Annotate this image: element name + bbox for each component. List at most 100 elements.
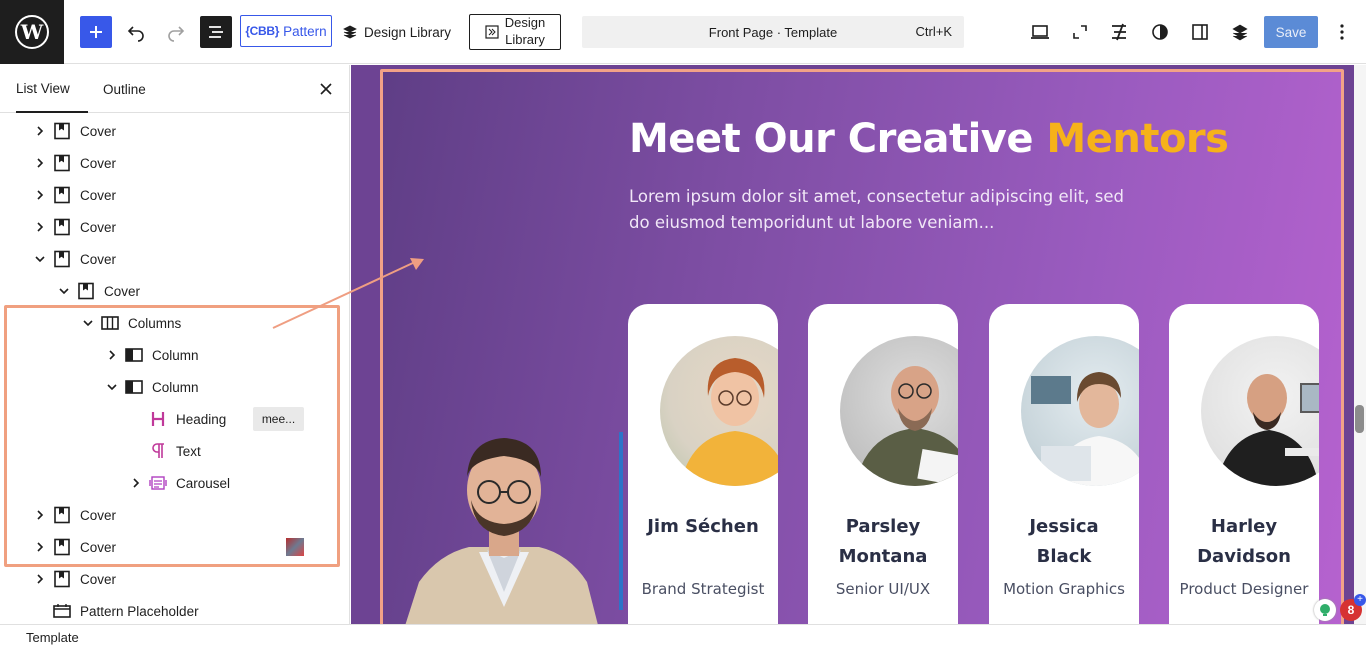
block-insertion-indicator [619,432,623,610]
collapse-toggle[interactable] [56,283,72,299]
canvas-scrollbar[interactable] [1354,65,1366,624]
cover-icon [52,153,72,173]
list-view-sidebar: List View Outline Cover Cover Cover Cover Co… [0,65,350,625]
expand-toggle[interactable] [32,187,48,203]
expand-toggle[interactable] [32,123,48,139]
list-view-row-cover[interactable]: Cover [0,563,349,595]
more-vertical-icon [1340,24,1344,40]
cbb-pattern-button[interactable]: {CBB} Pattern [240,15,332,47]
collapse-toggle[interactable] [80,315,96,331]
expand-toggle[interactable] [32,155,48,171]
row-label: Heading [176,411,227,427]
column-icon [124,377,144,397]
more-options-button[interactable] [1332,16,1352,48]
list-view-row-cover[interactable]: Cover [0,147,349,179]
chevron-down-icon [59,288,69,295]
row-label: Cover [80,571,117,587]
chevron-right-icon [109,350,116,360]
design-library-button[interactable]: Design Library [342,16,451,48]
undo-icon [127,26,144,42]
stackable-settings-button[interactable] [1226,16,1254,48]
preview-device-button[interactable] [1026,16,1054,48]
editor-canvas[interactable]: Meet Our Creative Mentors Lorem ipsum do… [351,65,1354,624]
row-label: Text [176,443,201,459]
assistant-button[interactable] [1314,599,1336,621]
contrast-icon [1152,24,1168,40]
tab-list-view[interactable]: List View [16,65,88,113]
heading-preview-badge: mee... [253,407,304,431]
mentor-card[interactable]: Jim Séchen Brand Strategist [628,304,778,624]
section-heading[interactable]: Meet Our Creative Mentors [629,116,1229,162]
tab-outline[interactable]: Outline [103,65,146,113]
mentor-name: Jessica Black [1029,516,1099,567]
redo-button[interactable] [162,16,190,48]
mentor-card[interactable]: Parsley Montana Senior UI/UX [808,304,958,624]
section-subtext[interactable]: Lorem ipsum dolor sit amet, consectetur … [629,184,1129,236]
mentor-role: Product Designer [1179,580,1309,598]
expand-toggle[interactable] [32,219,48,235]
command-shortcut: Ctrl+K [915,24,952,39]
assistant-icon [1320,604,1330,616]
list-view-toggle[interactable] [200,16,232,48]
expand-toggle[interactable] [32,571,48,587]
scrollbar-thumb[interactable] [1355,405,1364,433]
chevron-right-icon [37,574,44,584]
mentor-role: Senior UI/UX [835,580,931,598]
block-breadcrumb-bar: Template [0,624,1366,649]
expand-toggle[interactable] [32,539,48,555]
list-view-row-cover[interactable]: Cover [0,211,349,243]
cover-block[interactable]: Meet Our Creative Mentors Lorem ipsum do… [381,70,1344,624]
mentor-card[interactable]: Harley Davidson Product Designer [1169,304,1319,624]
list-view-row-cover[interactable]: Cover [0,275,349,307]
list-view-row-text[interactable]: Text [0,435,349,467]
fullscreen-button[interactable] [1066,16,1094,48]
row-label: Cover [80,123,117,139]
mentor-card[interactable]: Jessica Black Motion Graphics [989,304,1139,624]
collapse-toggle[interactable] [32,251,48,267]
mentor-portrait-image[interactable] [399,432,609,624]
design-library-box-line2: Library [505,32,545,47]
list-view-row-carousel[interactable]: Carousel [0,467,349,499]
row-label: Cover [80,507,117,523]
row-label: Column [152,379,199,395]
cover-icon [52,505,72,525]
add-block-button[interactable] [80,16,112,48]
row-label: Cover [80,251,117,267]
document-title: Front Page · Template [708,24,838,40]
column-icon [124,345,144,365]
spectra-button[interactable] [1106,16,1134,48]
breadcrumb-item[interactable]: Template [26,630,79,645]
list-view-row-column[interactable]: Column [0,339,349,371]
cover-icon [52,537,72,557]
save-button[interactable]: Save [1264,16,1318,48]
list-view-row-cover[interactable]: Cover [0,499,349,531]
list-view-row-pattern-placeholder[interactable]: Pattern Placeholder [0,595,349,625]
mentor-role: Motion Graphics [1003,580,1125,598]
columns-icon [100,313,120,333]
mentor-name: Jim Séchen [647,516,759,537]
chevron-down-icon [107,384,117,391]
expand-toggle[interactable] [32,507,48,523]
row-label: Pattern Placeholder [80,603,199,619]
list-view-row-cover[interactable]: Cover [0,179,349,211]
list-view-row-cover[interactable]: Cover [0,531,349,563]
undo-button[interactable] [122,16,150,48]
document-title-bar[interactable]: Front Page · Template Ctrl+K [582,16,964,48]
heading-icon [148,409,168,429]
collapse-toggle[interactable] [104,379,120,395]
cbb-tag: {CBB} [245,24,280,38]
list-view-row-column[interactable]: Column [0,371,349,403]
list-view-row-cover[interactable]: Cover [0,115,349,147]
list-view-row-columns[interactable]: Columns [0,307,349,339]
list-view-row-heading[interactable]: Heading mee... [0,403,349,435]
chevron-down-icon [83,320,93,327]
wordpress-logo-icon[interactable]: W [0,0,64,64]
list-view-row-cover[interactable]: Cover [0,243,349,275]
styles-button[interactable] [1146,16,1174,48]
expand-toggle[interactable] [104,347,120,363]
list-view-icon [209,26,223,38]
expand-toggle[interactable] [128,475,144,491]
design-library-box-button[interactable]: Design Library [469,14,561,50]
close-sidebar-button[interactable] [316,79,336,99]
settings-sidebar-button[interactable] [1186,16,1214,48]
